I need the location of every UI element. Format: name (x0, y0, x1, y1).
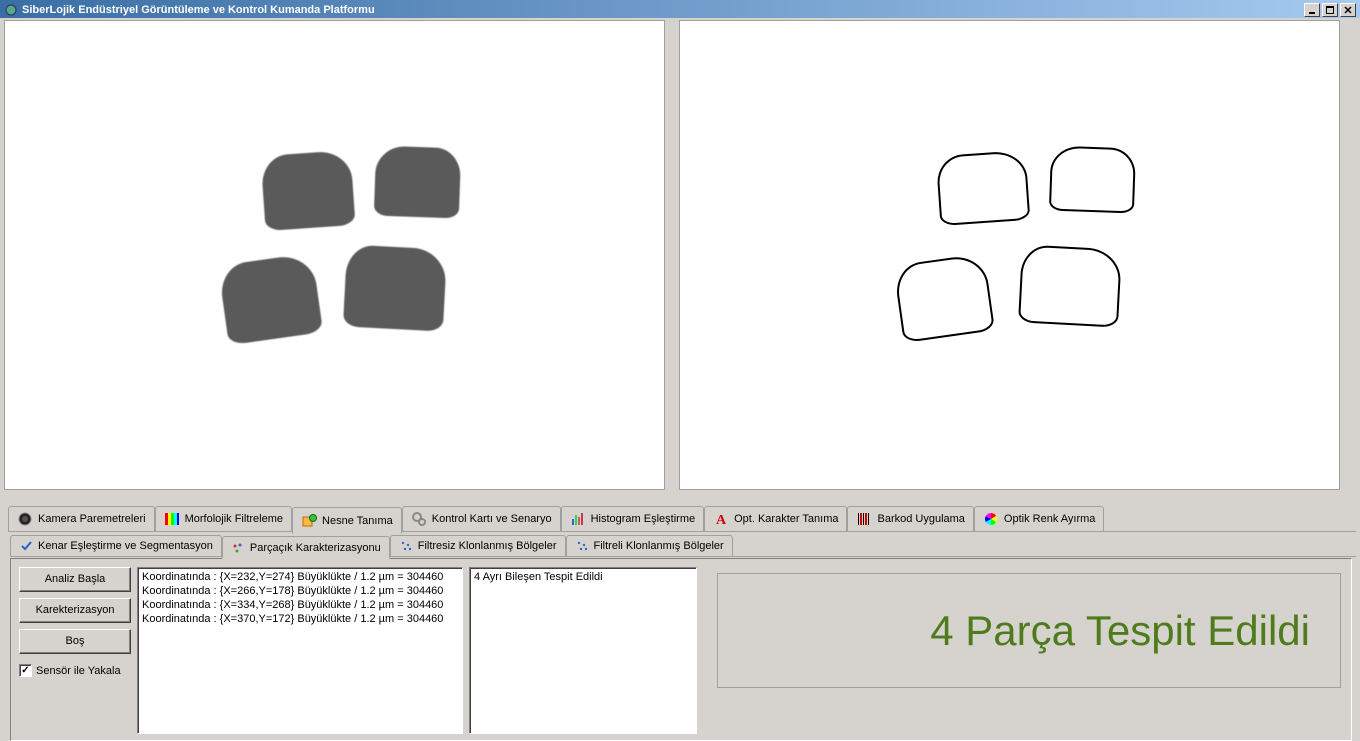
subtab-label: Parçaçık Karakterizasyonu (250, 542, 381, 554)
tab-control-card[interactable]: Kontrol Kartı ve Senaryo (402, 506, 561, 532)
main-tab-strip: Kamera Paremetreleri Morfolojik Filtrele… (0, 490, 1360, 533)
particle-icon (231, 541, 245, 555)
tab-label: Nesne Tanıma (322, 515, 393, 527)
source-image-viewer (4, 20, 665, 490)
list-item: Koordinatında : {X=370,Y=172} Büyüklükte… (142, 612, 458, 626)
processed-image-viewer (679, 20, 1340, 490)
tab-label: Kamera Paremetreleri (38, 513, 146, 525)
minimize-button[interactable] (1304, 3, 1320, 17)
scatter-icon (575, 539, 589, 553)
sensor-capture-checkbox[interactable]: ✓ Sensör ile Yakala (19, 664, 131, 677)
clear-button[interactable]: Boş (19, 629, 131, 654)
result-display: 4 Parça Tespit Edildi (717, 573, 1341, 688)
svg-text:A: A (716, 513, 727, 527)
control-panel: Analiz Başla Karekterizasyon Boş ✓ Sensö… (10, 558, 1352, 741)
tab-label: Kontrol Kartı ve Senaryo (432, 513, 552, 525)
maximize-button[interactable] (1322, 3, 1338, 17)
close-button[interactable] (1340, 3, 1356, 17)
titlebar: SiberLojik Endüstriyel Görüntüleme ve Ko… (0, 0, 1360, 18)
subtab-label: Kenar Eşleştirme ve Segmentasyon (38, 540, 213, 552)
subtab-label: Filtreli Klonlanmış Bölgeler (594, 540, 724, 552)
letter-a-icon: A (713, 511, 729, 527)
tab-object-recognition[interactable]: Nesne Tanıma (292, 507, 402, 534)
scatter-icon (399, 539, 413, 553)
subtab-edge-segmentation[interactable]: Kenar Eşleştirme ve Segmentasyon (10, 535, 222, 557)
barcode-icon (856, 511, 872, 527)
subtab-particle-characterization[interactable]: Parçaçık Karakterizasyonu (222, 536, 390, 559)
analyze-button[interactable]: Analiz Başla (19, 567, 131, 592)
tab-color-sorting[interactable]: Optik Renk Ayırma (974, 506, 1105, 532)
list-item: 4 Ayrı Bileşen Tespit Edildi (474, 570, 692, 584)
tab-camera-params[interactable]: Kamera Paremetreleri (8, 506, 155, 532)
list-item: Koordinatında : {X=232,Y=274} Büyüklükte… (142, 570, 458, 584)
coordinates-listbox[interactable]: Koordinatında : {X=232,Y=274} Büyüklükte… (137, 567, 463, 734)
tab-morphological-filter[interactable]: Morfolojik Filtreleme (155, 506, 292, 532)
histogram-icon (570, 511, 586, 527)
message-listbox[interactable]: 4 Ayrı Bileşen Tespit Edildi (469, 567, 697, 734)
gears-icon (411, 511, 427, 527)
tab-label: Opt. Karakter Tanıma (734, 513, 838, 525)
tab-barcode[interactable]: Barkod Uygulama (847, 506, 973, 532)
tab-label: Optik Renk Ayırma (1004, 513, 1096, 525)
characterize-button[interactable]: Karekterizasyon (19, 598, 131, 623)
sub-tab-strip: Kenar Eşleştirme ve Segmentasyon Parçaçı… (0, 533, 1360, 558)
window-title: SiberLojik Endüstriyel Görüntüleme ve Ko… (22, 4, 375, 16)
spectrum-icon (164, 511, 180, 527)
list-item: Koordinatında : {X=334,Y=268} Büyüklükte… (142, 598, 458, 612)
subtab-label: Filtresiz Klonlanmış Bölgeler (418, 540, 557, 552)
tab-histogram[interactable]: Histogram Eşleştirme (561, 506, 705, 532)
tab-label: Histogram Eşleştirme (591, 513, 696, 525)
color-wheel-icon (983, 511, 999, 527)
tab-label: Barkod Uygulama (877, 513, 964, 525)
list-item: Koordinatında : {X=266,Y=178} Büyüklükte… (142, 584, 458, 598)
subtab-filtered-cloned[interactable]: Filtreli Klonlanmış Bölgeler (566, 535, 733, 557)
result-text: 4 Parça Tespit Edildi (930, 607, 1310, 655)
camera-icon (17, 511, 33, 527)
app-icon (4, 3, 18, 17)
checkbox-icon: ✓ (19, 664, 32, 677)
subtab-unfiltered-cloned[interactable]: Filtresiz Klonlanmış Bölgeler (390, 535, 566, 557)
tab-label: Morfolojik Filtreleme (185, 513, 283, 525)
object-icon (301, 513, 317, 529)
tab-ocr[interactable]: A Opt. Karakter Tanıma (704, 506, 847, 532)
checkbox-label: Sensör ile Yakala (36, 665, 121, 677)
check-icon (19, 539, 33, 553)
